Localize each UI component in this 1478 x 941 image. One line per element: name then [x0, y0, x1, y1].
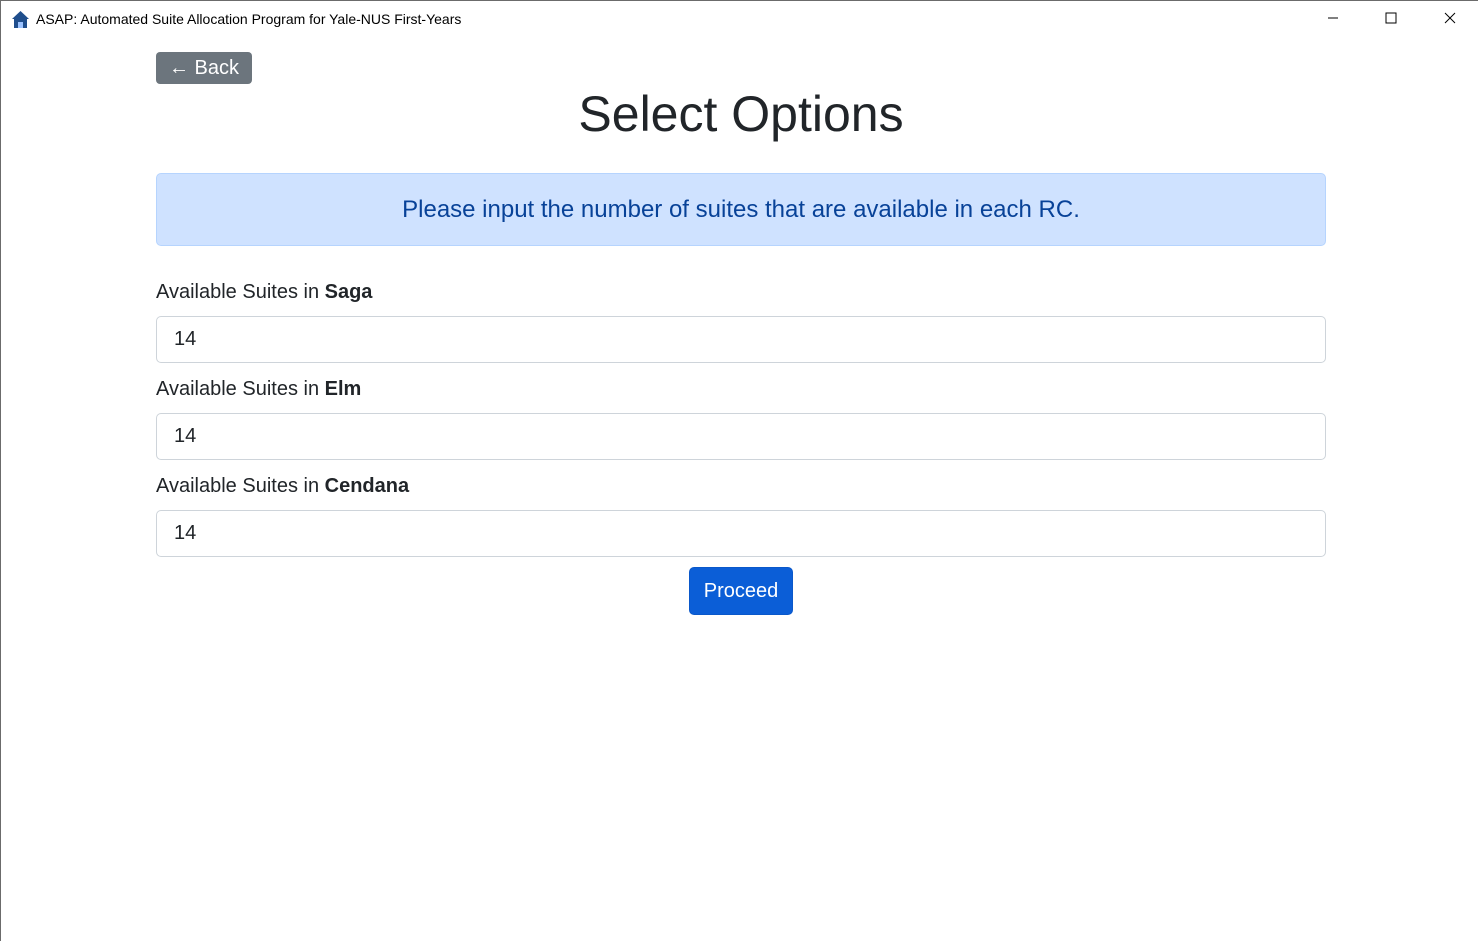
label-prefix: Available Suites in [156, 281, 325, 303]
minimize-button[interactable] [1304, 1, 1362, 39]
house-icon [11, 10, 30, 29]
close-button[interactable] [1421, 1, 1478, 39]
alert-text: Please input the number of suites that a… [402, 195, 1080, 223]
rc-name-elm: Elm [324, 378, 362, 400]
maximize-button[interactable] [1362, 1, 1420, 39]
title-bar: ASAP: Automated Suite Allocation Program… [1, 1, 1478, 39]
field-label-saga: Available Suites in Saga [156, 281, 372, 304]
rc-name-cendana: Cendana [324, 475, 410, 497]
app-window: ASAP: Automated Suite Allocation Program… [0, 0, 1478, 941]
field-label-elm: Available Suites in Elm [156, 378, 361, 401]
elm-suites-input[interactable] [156, 413, 1326, 460]
page-title: Select Options [578, 86, 904, 142]
label-prefix: Available Suites in [156, 475, 325, 497]
field-label-cendana: Available Suites in Cendana [156, 475, 409, 498]
close-icon [1444, 11, 1456, 29]
info-alert: Please input the number of suites that a… [156, 173, 1326, 246]
minimize-icon [1327, 11, 1339, 29]
label-prefix: Available Suites in [156, 378, 325, 400]
maximize-icon [1385, 11, 1397, 29]
saga-suites-input[interactable] [156, 316, 1326, 363]
window-title: ASAP: Automated Suite Allocation Program… [36, 11, 462, 27]
proceed-button[interactable]: Proceed [689, 567, 793, 615]
back-button[interactable]: ← Back [156, 52, 252, 84]
cendana-suites-input[interactable] [156, 510, 1326, 557]
rc-name-saga: Saga [324, 281, 373, 303]
